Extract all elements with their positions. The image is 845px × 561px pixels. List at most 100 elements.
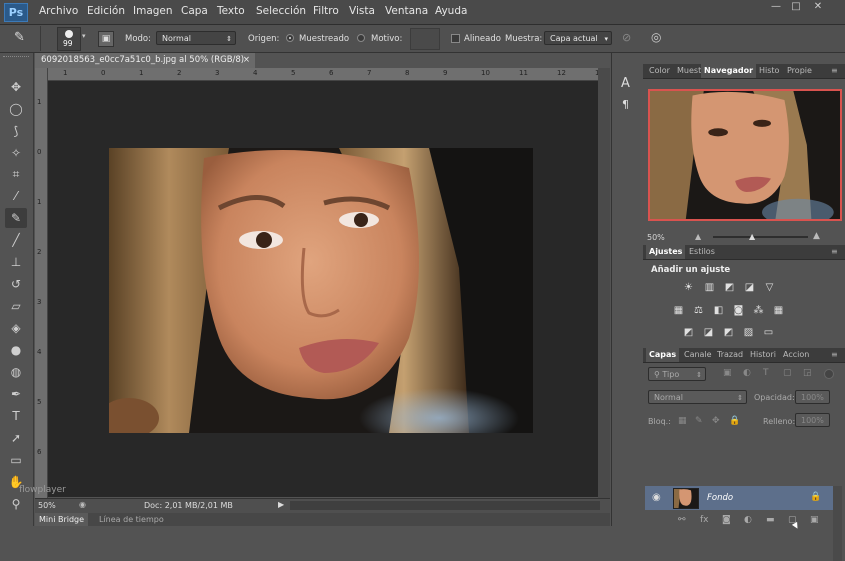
- eyedropper-tool-icon[interactable]: ⁄: [5, 186, 27, 206]
- muestreado-radio[interactable]: [286, 34, 294, 42]
- levels-icon[interactable]: ▥: [703, 282, 716, 293]
- layer-name[interactable]: Fondo: [707, 493, 733, 503]
- clone-stamp-tool-icon[interactable]: ⊥: [5, 252, 27, 272]
- tab-acciones[interactable]: Accion: [780, 348, 812, 362]
- filter-type-icon[interactable]: T: [763, 368, 769, 378]
- motivo-radio[interactable]: [357, 34, 365, 42]
- path-selection-tool-icon[interactable]: ➚: [5, 428, 27, 448]
- tab-ajustes[interactable]: Ajustes: [646, 245, 686, 259]
- layer-filter-select[interactable]: ⚲ Tipo ⇕: [648, 367, 706, 381]
- navigator-zoom[interactable]: 50%: [647, 233, 665, 242]
- channel-mixer-icon[interactable]: ⁂: [752, 305, 765, 316]
- paint-bucket-tool-icon[interactable]: ◈: [5, 318, 27, 338]
- color-lookup-icon[interactable]: ▦: [772, 305, 785, 316]
- panel-menu-icon[interactable]: ≡: [831, 66, 838, 75]
- pattern-picker[interactable]: [410, 28, 440, 50]
- vertical-ruler[interactable]: 1 0 1 2 3 4 5 6: [35, 68, 48, 498]
- eraser-tool-icon[interactable]: ▱: [5, 296, 27, 316]
- exposure-icon[interactable]: ◪: [743, 282, 756, 293]
- curves-icon[interactable]: ◩: [723, 282, 736, 293]
- menu-seleccion[interactable]: Selección: [256, 5, 306, 17]
- filter-shape-icon[interactable]: ▢: [783, 368, 792, 378]
- tab-canales[interactable]: Canale: [681, 348, 715, 362]
- lock-transparent-icon[interactable]: ▦: [678, 416, 687, 426]
- fill-field[interactable]: 100%: [795, 413, 830, 427]
- healing-brush-icon[interactable]: ✎: [14, 30, 32, 47]
- menu-imagen[interactable]: Imagen: [133, 5, 173, 17]
- zoom-tool-icon[interactable]: ⚲: [5, 494, 27, 514]
- toolbar-grip[interactable]: [3, 56, 29, 61]
- tab-navegador[interactable]: Navegador: [701, 64, 757, 78]
- pressure-size-icon[interactable]: ◎: [651, 30, 661, 44]
- blend-mode-select[interactable]: Normal ⇕: [648, 390, 747, 404]
- black-white-icon[interactable]: ◧: [712, 305, 725, 316]
- muestra-select[interactable]: Capa actual ▾: [544, 31, 612, 45]
- horizontal-scrollbar[interactable]: [290, 501, 600, 510]
- menu-archivo[interactable]: Archivo: [39, 5, 78, 17]
- document-tab[interactable]: 6092018563_e0cc7a51c0_b.jpg al 50% (RGB/…: [35, 53, 255, 68]
- zoom-out-icon[interactable]: ▲: [695, 232, 701, 241]
- photo-filter-icon[interactable]: ◙: [732, 305, 745, 316]
- magic-wand-tool-icon[interactable]: ✧: [5, 143, 27, 163]
- tab-propiedades[interactable]: Propie: [784, 64, 815, 78]
- history-brush-tool-icon[interactable]: ↺: [5, 274, 27, 294]
- minimize-button[interactable]: —: [768, 1, 784, 13]
- close-window-button[interactable]: ✕: [810, 1, 826, 13]
- tab-historia[interactable]: Histo: [756, 64, 782, 78]
- tab-muestras[interactable]: Muest: [674, 64, 704, 78]
- modo-select[interactable]: Normal ⇕: [156, 31, 236, 45]
- threshold-icon[interactable]: ◩: [722, 327, 735, 338]
- menu-texto[interactable]: Texto: [217, 5, 245, 17]
- new-adjustment-icon[interactable]: ◐: [744, 515, 752, 525]
- hue-saturation-icon[interactable]: ▦: [672, 305, 685, 316]
- layer-style-icon[interactable]: fx: [700, 515, 709, 525]
- layers-scrollbar[interactable]: [833, 486, 842, 561]
- link-layers-icon[interactable]: ⚯: [678, 515, 686, 525]
- dodge-tool-icon[interactable]: ◍: [5, 362, 27, 382]
- panel-menu-icon[interactable]: ≡: [831, 247, 838, 256]
- tab-mini-bridge[interactable]: Mini Bridge: [35, 513, 89, 526]
- paragraph-panel-icon[interactable]: ¶: [622, 98, 629, 111]
- horizontal-ruler[interactable]: 101234567891011121314: [48, 68, 642, 81]
- posterize-icon[interactable]: ◪: [702, 327, 715, 338]
- clone-source-panel-icon[interactable]: ▣: [98, 31, 114, 47]
- maximize-button[interactable]: □: [788, 1, 804, 13]
- tab-historia-layers[interactable]: Histori: [747, 348, 779, 362]
- new-layer-icon[interactable]: ▢: [788, 515, 797, 525]
- vibrance-icon[interactable]: ▽: [763, 282, 776, 293]
- panel-menu-icon[interactable]: ≡: [831, 350, 838, 359]
- lasso-tool-icon[interactable]: ⟆: [5, 121, 27, 141]
- layer-mask-icon[interactable]: ◙: [722, 515, 731, 525]
- status-menu-arrow-icon[interactable]: ▶: [278, 500, 284, 509]
- blur-tool-icon[interactable]: ●: [5, 340, 27, 360]
- invert-icon[interactable]: ◩: [682, 327, 695, 338]
- move-tool-icon[interactable]: ✥: [5, 77, 27, 97]
- character-panel-icon[interactable]: A: [621, 76, 630, 91]
- opacity-field[interactable]: 100%: [795, 390, 830, 404]
- document-image[interactable]: [109, 148, 533, 433]
- gradient-map-icon[interactable]: ▭: [762, 327, 775, 338]
- vertical-scrollbar[interactable]: [598, 68, 610, 498]
- menu-ventana[interactable]: Ventana: [385, 5, 428, 17]
- navigator-zoom-slider[interactable]: [713, 236, 808, 238]
- alineado-checkbox[interactable]: [451, 34, 460, 43]
- menu-vista[interactable]: Vista: [349, 5, 375, 17]
- brightness-icon[interactable]: ☀: [682, 282, 695, 293]
- menu-capa[interactable]: Capa: [181, 5, 208, 17]
- brush-picker[interactable]: 99: [57, 27, 81, 51]
- navigator-preview[interactable]: [648, 89, 842, 221]
- filter-pixel-icon[interactable]: ▣: [723, 368, 732, 378]
- lock-all-icon[interactable]: 🔒: [729, 416, 740, 426]
- filter-smart-object-icon[interactable]: ◲: [803, 368, 812, 378]
- brush-picker-arrow-icon[interactable]: ▾: [82, 32, 86, 40]
- zoom-slider-thumb-icon[interactable]: ▲: [749, 232, 755, 241]
- tab-linea-de-tiempo[interactable]: Línea de tiempo: [99, 513, 164, 526]
- zoom-level[interactable]: 50%: [38, 501, 56, 510]
- eye-icon[interactable]: ◉: [652, 492, 661, 503]
- healing-brush-tool-icon[interactable]: ✎: [5, 208, 27, 228]
- filter-toggle[interactable]: [824, 369, 834, 379]
- menu-edicion[interactable]: Edición: [87, 5, 125, 17]
- tab-color[interactable]: Color: [646, 64, 673, 78]
- menu-ayuda[interactable]: Ayuda: [435, 5, 467, 17]
- close-document-button[interactable]: ×: [243, 53, 250, 68]
